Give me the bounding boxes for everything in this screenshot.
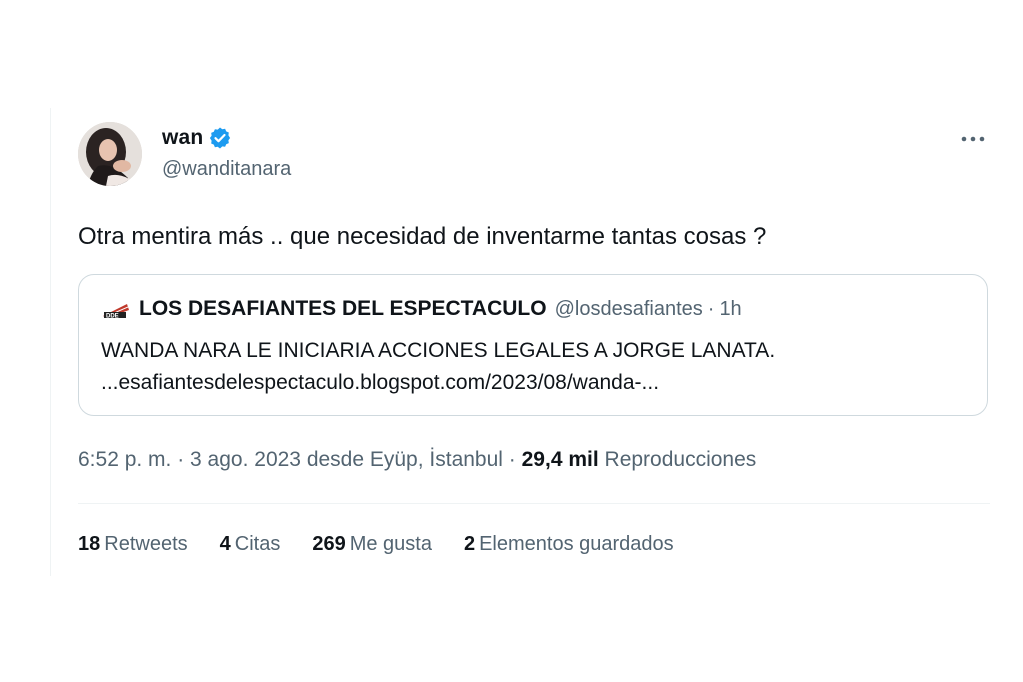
- tweet-text: Otra mentira más .. que necesidad de inv…: [78, 223, 767, 250]
- more-horizontal-icon[interactable]: [956, 124, 990, 154]
- tweet-header: wan @wanditanara: [78, 118, 990, 190]
- quote-author-handle: @losdesafiantes: [554, 297, 703, 320]
- quote-tweet[interactable]: DDE LOS DESAFIANTES DEL ESPECTACULO @los…: [78, 274, 988, 416]
- views-count: 29,4 mil: [521, 448, 599, 471]
- author-name[interactable]: wan: [162, 126, 203, 150]
- stat-count: 18: [78, 533, 101, 555]
- quote-text: WANDA NARA LE INICIARIA ACCIONES LEGALES…: [101, 339, 776, 362]
- quote-link[interactable]: ...esafiantesdelespectaculo.blogspot.com…: [101, 371, 659, 395]
- author-handle[interactable]: @wanditanara: [162, 158, 291, 181]
- verified-badge-icon: [208, 126, 232, 150]
- divider: [78, 503, 990, 504]
- stat-likes[interactable]: 269 Me gusta: [312, 533, 432, 556]
- avatar[interactable]: [78, 122, 142, 186]
- tweet: wan @wanditanara Otra mentira más .. que…: [78, 118, 990, 555]
- quote-header: DDE LOS DESAFIANTES DEL ESPECTACULO @los…: [101, 297, 742, 321]
- stat-label: Elementos guardados: [479, 533, 674, 555]
- views-label: Reproducciones: [598, 448, 757, 471]
- stat-quotes[interactable]: 4 Citas: [220, 533, 281, 556]
- stat-bookmarks[interactable]: 2 Elementos guardados: [464, 533, 674, 556]
- stat-label: Retweets: [104, 533, 188, 555]
- stat-retweets[interactable]: 18 Retweets: [78, 533, 188, 556]
- stat-count: 4: [219, 533, 231, 555]
- quote-logo-icon: DDE: [101, 298, 131, 320]
- quote-author-name: LOS DESAFIANTES DEL ESPECTACULO: [139, 297, 547, 320]
- stat-label: Me gusta: [349, 533, 432, 555]
- quote-time: 1h: [719, 297, 742, 320]
- svg-text:DDE: DDE: [106, 314, 119, 320]
- stat-count: 2: [463, 533, 476, 555]
- timeline-border: [50, 108, 51, 576]
- tweet-timestamp[interactable]: 6:52 p. m. · 3 ago. 2023 desde Eyüp, İst…: [78, 448, 522, 471]
- tweet-stats: 18 Retweets 4 Citas 269 Me gusta 2 Elementos…: [78, 533, 706, 556]
- author-name-row[interactable]: wan: [162, 126, 232, 150]
- tweet-meta: 6:52 p. m. · 3 ago. 2023 desde Eyüp, İst…: [78, 448, 756, 472]
- quote-separator: ·: [707, 297, 715, 320]
- stat-count: 269: [312, 533, 346, 555]
- stat-label: Citas: [234, 533, 281, 555]
- avatar-image: [78, 122, 142, 186]
